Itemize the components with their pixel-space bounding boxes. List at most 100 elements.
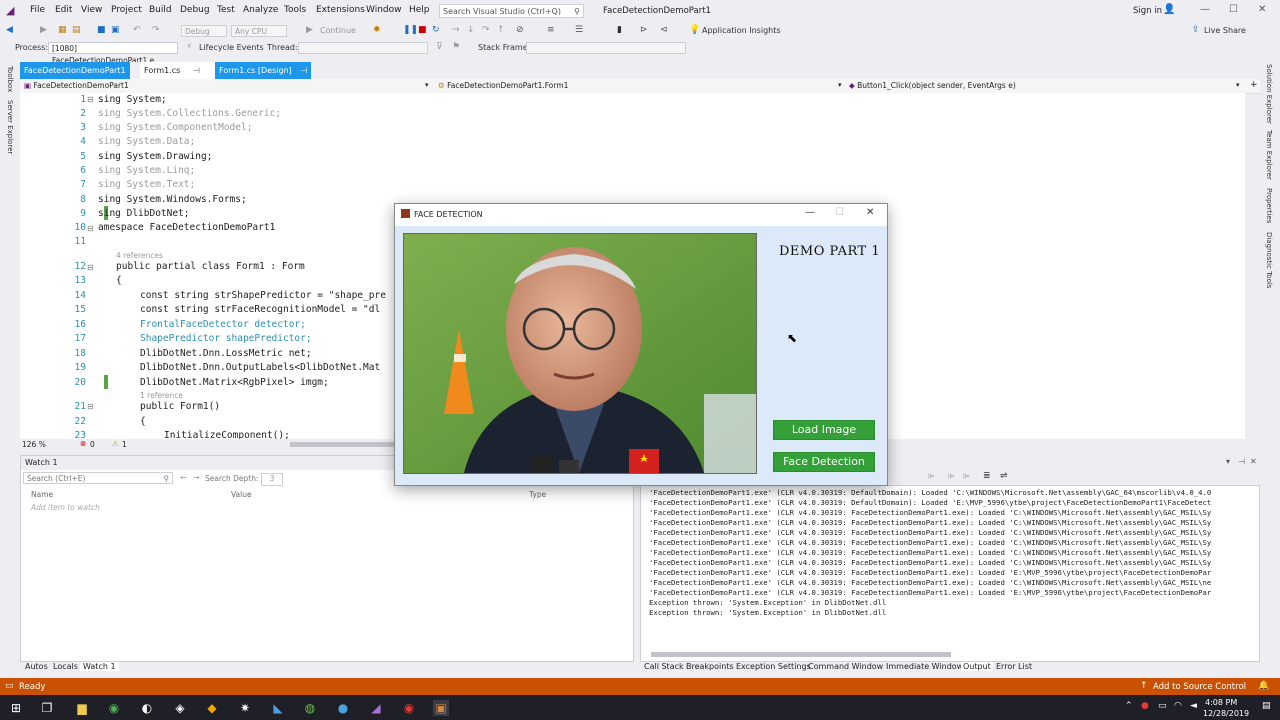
tab-immediate-window[interactable]: Immediate Window (886, 662, 963, 671)
tab-form1-design[interactable]: Form1.cs [Design] ⊣ (215, 62, 312, 79)
collapse-icon[interactable]: ⊟ (87, 402, 94, 411)
output-panel[interactable]: 'FaceDetectionDemoPart1.exe' (CLR v4.0.3… (640, 485, 1260, 662)
solution-explorer-tab[interactable]: Solution Explorer (1265, 64, 1273, 124)
notification-icon[interactable]: 🔔 (1258, 681, 1269, 691)
live-share-button[interactable]: Live Share (1204, 26, 1246, 35)
face-detection-button[interactable]: Face Detection (773, 452, 875, 472)
team-explorer-tab[interactable]: Team Explorer (1265, 130, 1273, 180)
class-combo[interactable]: ⚙ FaceDetectionDemoPart1.Form1 (438, 80, 568, 92)
properties-tab[interactable]: Properties (1265, 188, 1273, 223)
diagnostic-tools-tab[interactable]: Diagnostic Tools (1265, 232, 1273, 288)
menu-project[interactable]: Project (111, 5, 142, 15)
menu-tools[interactable]: Tools (284, 5, 306, 15)
record-icon[interactable]: ● (1141, 701, 1149, 711)
close-icon[interactable]: ✕ (1258, 4, 1266, 15)
step-out-icon[interactable]: ↑ (497, 25, 505, 35)
pause-icon[interactable]: ❚❚ (403, 25, 418, 35)
toolbox-tab[interactable]: Toolbox (6, 66, 14, 92)
windows-start-icon[interactable]: ⊞ (8, 700, 24, 716)
tab-call-stack[interactable]: Call Stack (644, 662, 684, 671)
chrome-icon[interactable]: ◉ (106, 700, 122, 716)
forward-icon[interactable]: ▶ (40, 25, 47, 35)
continue-label[interactable]: Continue (320, 26, 356, 35)
menu-analyze[interactable]: Analyze (243, 5, 278, 15)
project-combo[interactable]: ▣ FaceDetectionDemoPart1 (24, 80, 129, 92)
lightbulb-icon[interactable]: 💡 (689, 25, 700, 35)
pin-icon[interactable]: ⊣ (1238, 457, 1245, 466)
bookmark-prev-icon[interactable]: ⊳ (640, 25, 648, 35)
show-next-statement-icon[interactable]: → (452, 25, 460, 35)
bookmark-icon[interactable]: ▮ (617, 25, 622, 35)
close-icon[interactable]: ✕ (1250, 457, 1257, 466)
form-close-icon[interactable]: ✕ (866, 207, 874, 218)
column-name[interactable]: Name (31, 490, 53, 499)
save-icon[interactable]: ■ (97, 25, 106, 35)
hex-icon[interactable]: ⊘ (516, 25, 524, 35)
fire-icon[interactable]: ✸ (373, 25, 381, 35)
lifecycle-events-button[interactable]: Lifecycle Events (199, 43, 264, 52)
comment-icon[interactable]: ☰ (575, 25, 583, 35)
maximize-icon[interactable]: ☐ (1229, 4, 1238, 15)
stack-frame-combo[interactable] (526, 42, 686, 54)
tab-error-list[interactable]: Error List (996, 662, 1032, 671)
prev-message-icon[interactable]: ⊫ (948, 472, 955, 481)
minimize-icon[interactable]: — (1200, 4, 1210, 15)
menu-test[interactable]: Test (217, 5, 235, 15)
tab-command-window[interactable]: Command Window (808, 662, 883, 671)
app-icon[interactable]: ◆ (204, 700, 220, 716)
bookmark-next-icon[interactable]: ⊲ (660, 25, 668, 35)
tab-autos[interactable]: Autos (25, 662, 48, 671)
app-icon[interactable]: ✷ (237, 700, 253, 716)
add-watch-item[interactable]: Add item to watch (31, 503, 100, 512)
word-wrap-icon[interactable]: ⇌ (1000, 471, 1008, 481)
app-insights-button[interactable]: Application Insights (702, 26, 781, 35)
chevron-down-icon[interactable]: ▾ (1226, 457, 1230, 466)
column-value[interactable]: Value (231, 490, 252, 499)
tab-output[interactable]: Output (961, 662, 993, 671)
form-maximize-icon[interactable]: ☐ (835, 207, 844, 218)
watch-search-input[interactable]: Search (Ctrl+E) ⚲ (23, 472, 173, 484)
volume-icon[interactable]: ◄ (1190, 701, 1197, 711)
next-message-icon[interactable]: ⊫ (963, 472, 970, 481)
tab-breakpoints[interactable]: Breakpoints (686, 662, 734, 671)
sign-in-link[interactable]: Sign in (1133, 6, 1162, 16)
pin-icon[interactable]: ⊣ (193, 66, 200, 75)
continue-icon[interactable]: ▶ (306, 25, 313, 35)
collapse-icon[interactable]: ⊟ (87, 95, 94, 104)
menu-extensions[interactable]: Extensions (316, 5, 365, 15)
platform-combo[interactable]: Any CPU (231, 25, 287, 37)
menu-build[interactable]: Build (149, 5, 172, 15)
face-detection-app-icon[interactable]: ▣ (433, 700, 449, 716)
thread-combo[interactable] (298, 42, 428, 54)
restart-icon[interactable]: ↻ (432, 25, 440, 35)
menu-edit[interactable]: Edit (55, 5, 72, 15)
horizontal-scrollbar[interactable] (651, 652, 951, 657)
save-all-icon[interactable]: ▣ (111, 25, 120, 35)
back-icon[interactable]: ◀ (6, 25, 13, 35)
file-explorer-icon[interactable]: ▆ (74, 700, 90, 716)
align-icon[interactable]: ≡ (547, 25, 555, 35)
find-message-icon[interactable]: ⊫ (928, 472, 935, 481)
split-icon[interactable]: + (1250, 80, 1258, 90)
config-combo[interactable]: Debug (181, 25, 227, 37)
server-explorer-tab[interactable]: Server Explorer (6, 100, 14, 154)
warning-icon[interactable]: ⚠ (112, 439, 119, 448)
arrow-right-icon[interactable]: → (193, 473, 200, 482)
codelens-references[interactable]: 1 reference (140, 391, 183, 400)
chevron-up-icon[interactable]: ⌃ (1125, 701, 1133, 711)
task-view-icon[interactable]: ❐ (39, 700, 55, 716)
collapse-icon[interactable]: ⊟ (87, 263, 94, 272)
visual-studio-icon[interactable]: ◢ (368, 700, 384, 716)
step-over-icon[interactable]: ↷ (482, 25, 490, 35)
open-folder-icon[interactable]: ▤ (72, 25, 81, 35)
collapse-icon[interactable]: ⊟ (87, 224, 94, 233)
zalo-icon[interactable]: ● (335, 700, 351, 716)
codelens-references[interactable]: 4 references (116, 251, 163, 260)
flag-icon[interactable]: ⚑ (452, 42, 460, 52)
app-icon[interactable]: ◍ (302, 700, 318, 716)
arrow-left-icon[interactable]: ← (180, 473, 187, 482)
search-depth-combo[interactable]: 3 (261, 473, 283, 486)
process-combo[interactable]: [1080] FaceDetectionDemoPart1.e (48, 42, 178, 65)
error-icon[interactable]: ⊗ (80, 439, 86, 448)
filter-icon[interactable]: ⊽ (436, 42, 443, 52)
